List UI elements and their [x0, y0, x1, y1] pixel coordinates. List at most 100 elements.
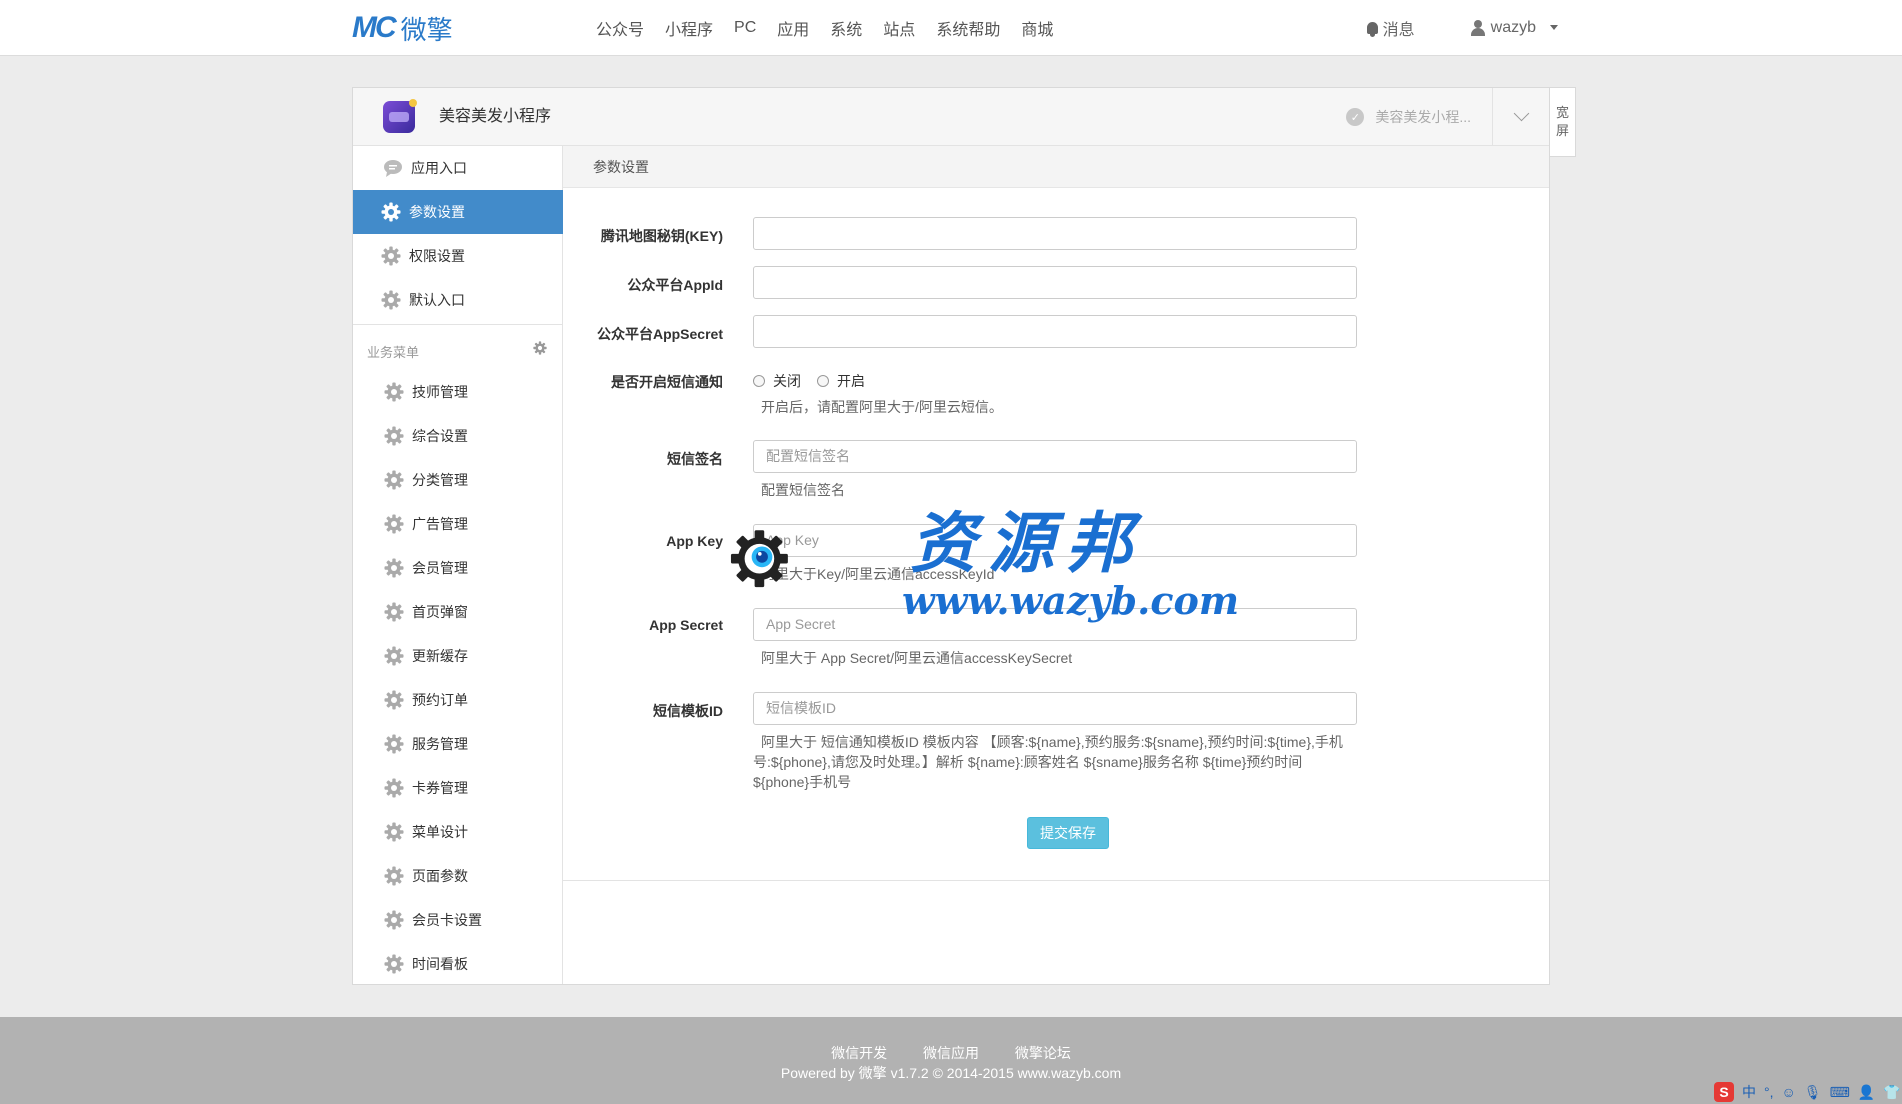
sidebar-item-app-entry[interactable]: 应用入口	[353, 146, 563, 190]
template-id-input[interactable]: 短信模板ID	[753, 692, 1357, 725]
logo-text: 微擎	[400, 14, 453, 45]
mp-appid-input[interactable]	[753, 266, 1357, 299]
mp-secret-input[interactable]	[753, 315, 1357, 348]
mp-appid-label: 公众平台AppId	[627, 277, 723, 293]
caret-down-icon	[1550, 25, 1558, 30]
sidebar-item-label: 时间看板	[412, 956, 468, 972]
template-id-label: 短信模板ID	[653, 703, 723, 719]
microphone-icon: 🎙	[1803, 1083, 1822, 1100]
sidebar-item-label: 会员管理	[412, 560, 468, 576]
punctuation-icon: °,	[1764, 1084, 1774, 1100]
user-icon: 👤	[1857, 1083, 1876, 1100]
sidebar-item-business[interactable]: 会员卡设置	[353, 898, 563, 942]
sidebar-item-business[interactable]: 预约订单	[353, 678, 563, 722]
sms-sign-help: 配置短信签名	[761, 482, 845, 498]
sidebar-item-label: 广告管理	[412, 516, 468, 532]
keyboard-icon: ⌨	[1829, 1083, 1850, 1100]
app-switcher-label: 美容美发小程...	[1375, 109, 1471, 125]
gear-icon	[384, 822, 404, 842]
submit-save-button[interactable]: 提交保存	[1027, 817, 1109, 849]
footer-link-wechat-dev[interactable]: 微信开发	[831, 1045, 887, 1061]
username: wazyb	[1490, 18, 1536, 36]
mp-secret-label: 公众平台AppSecret	[596, 326, 723, 342]
map-key-input[interactable]	[753, 217, 1357, 250]
template-help-line-1: 阿里大于 短信通知模板ID 模板内容 【顾客:${name},预约服务:${sn…	[761, 734, 1343, 750]
sidebar-item-business[interactable]: 广告管理	[353, 502, 563, 546]
user-menu[interactable]: wazyb	[1470, 18, 1558, 37]
logo-mark: MC	[352, 11, 397, 44]
gear-icon	[384, 690, 404, 710]
sidebar-item-label: 首页弹窗	[412, 604, 468, 620]
sidebar-item-business[interactable]: 服务管理	[353, 722, 563, 766]
sms-on-label: 开启	[837, 373, 865, 389]
divider	[353, 324, 563, 325]
widescreen-label-2: 屏	[1555, 123, 1569, 138]
watermark-text: 资源邦	[910, 504, 1144, 582]
app-secret-help: 阿里大于 App Secret/阿里云通信accessKeySecret	[761, 650, 1073, 666]
sms-off-radio[interactable]	[753, 375, 765, 387]
gear-icon	[384, 382, 404, 402]
app-switcher[interactable]: ✓ 美容美发小程...	[1346, 88, 1471, 146]
widescreen-label-1: 宽	[1555, 105, 1569, 120]
sidebar-item-label: 页面参数	[412, 868, 468, 884]
ime-toolbar[interactable]: S 中 °, ☺ 🎙 ⌨ 👤 👕	[1714, 1082, 1901, 1102]
sidebar-item-label: 参数设置	[409, 204, 465, 220]
nav-item-store[interactable]: 商城	[1021, 16, 1053, 40]
nav-item-pc[interactable]: PC	[734, 19, 756, 37]
sidebar-item-label: 会员卡设置	[412, 912, 482, 928]
watermark-url: www.wazyb.com	[902, 578, 1240, 623]
sidebar-item-label: 更新缓存	[412, 648, 468, 664]
nav-item-apps[interactable]: 应用	[777, 16, 809, 40]
gear-icon	[384, 514, 404, 534]
section-header: 参数设置	[563, 146, 1549, 188]
nav-item-system[interactable]: 系统	[830, 16, 862, 40]
sidebar-item-label: 权限设置	[409, 248, 465, 264]
sidebar-item-business[interactable]: 技师管理	[353, 370, 563, 414]
sidebar-item-permissions[interactable]: 权限设置	[353, 234, 563, 278]
gear-icon	[381, 246, 401, 266]
sidebar-item-business[interactable]: 分类管理	[353, 458, 563, 502]
sidebar-item-business[interactable]: 时间看板	[353, 942, 563, 986]
sidebar-item-business[interactable]: 页面参数	[353, 854, 563, 898]
gear-icon[interactable]	[533, 341, 547, 355]
app-icon	[383, 99, 417, 133]
footer: 微信开发 微信应用 微擎论坛 Powered by 微擎 v1.7.2 © 20…	[0, 1017, 1902, 1104]
sidebar-item-business[interactable]: 菜单设计	[353, 810, 563, 854]
sidebar-item-label: 服务管理	[412, 736, 468, 752]
sidebar-item-params[interactable]: 参数设置	[353, 190, 563, 234]
sidebar-item-label: 预约订单	[412, 692, 468, 708]
sidebar-group-title: 业务菜单	[367, 345, 420, 360]
nav-item-official-account[interactable]: 公众号	[596, 16, 644, 40]
divider	[1492, 88, 1493, 146]
gear-icon	[384, 426, 404, 446]
sidebar-item-business[interactable]: 首页弹窗	[353, 590, 563, 634]
footer-link-forum[interactable]: 微擎论坛	[1015, 1045, 1071, 1061]
comment-icon	[383, 158, 403, 178]
brand-logo[interactable]: MC 微擎	[352, 11, 453, 45]
sidebar-item-business[interactable]: 会员管理	[353, 546, 563, 590]
sms-sign-input[interactable]: 配置短信签名	[753, 440, 1357, 473]
sms-on-radio[interactable]	[817, 375, 829, 387]
map-key-label: 腾讯地图秘钥(KEY)	[600, 228, 723, 244]
emoji-icon: ☺	[1781, 1084, 1796, 1100]
sms-sign-label: 短信签名	[667, 451, 723, 467]
sidebar-item-business[interactable]: 卡券管理	[353, 766, 563, 810]
bell-icon	[1366, 21, 1378, 37]
sidebar-item-default-entry[interactable]: 默认入口	[353, 278, 563, 322]
messages-link[interactable]: 消息	[1366, 16, 1415, 40]
app-title: 美容美发小程序	[439, 108, 552, 125]
sidebar-item-label: 卡券管理	[412, 780, 468, 796]
nav-item-help[interactable]: 系统帮助	[936, 16, 1000, 40]
nav-item-site[interactable]: 站点	[883, 16, 915, 40]
gear-icon	[384, 646, 404, 666]
gear-icon	[384, 558, 404, 578]
chevron-down-icon[interactable]	[1513, 105, 1530, 122]
widescreen-toggle[interactable]: 宽 屏	[1550, 87, 1576, 157]
sidebar-item-business[interactable]: 更新缓存	[353, 634, 563, 678]
nav-item-mini-program[interactable]: 小程序	[665, 16, 713, 40]
gear-icon	[384, 954, 404, 974]
footer-link-wechat-apps[interactable]: 微信应用	[923, 1045, 979, 1061]
sidebar-item-business[interactable]: 综合设置	[353, 414, 563, 458]
gear-icon	[384, 602, 404, 622]
gear-icon	[381, 202, 401, 222]
